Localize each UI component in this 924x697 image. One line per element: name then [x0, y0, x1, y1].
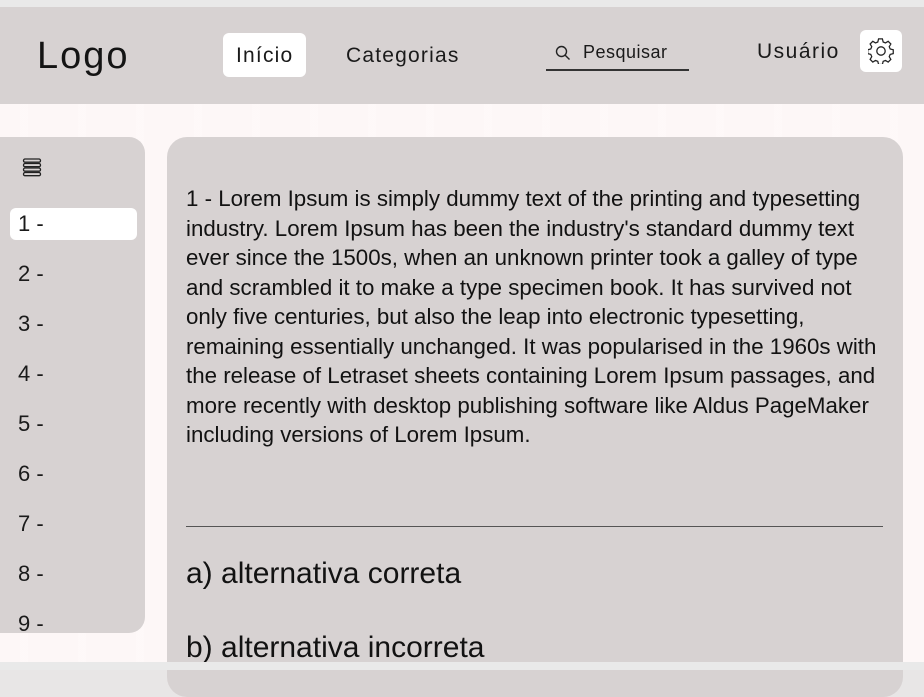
sidebar-item-1[interactable]: 1 - [10, 208, 137, 240]
user-menu[interactable]: Usuário [757, 40, 840, 64]
top-header: Logo Início Categorias Pesquisar Usuário [0, 7, 924, 104]
question-sidebar: 1 - 2 - 3 - 4 - 5 - 6 - 7 - 8 - 9 - [0, 137, 145, 633]
sidebar-item-7[interactable]: 7 - [10, 508, 137, 540]
nav-tab-categorias[interactable]: Categorias [333, 33, 473, 77]
sidebar-item-9[interactable]: 9 - [10, 608, 137, 633]
sidebar-item-5[interactable]: 5 - [10, 408, 137, 440]
nav-tab-inicio[interactable]: Início [223, 33, 307, 77]
sidebar-item-2[interactable]: 2 - [10, 258, 137, 290]
divider [186, 526, 883, 527]
search-placeholder: Pesquisar [583, 42, 668, 62]
search-icon [555, 45, 571, 61]
option-a[interactable]: a) alternativa correta [186, 557, 461, 591]
sidebar-item-6[interactable]: 6 - [10, 458, 137, 490]
window-top-strip [0, 0, 924, 7]
question-text: 1 - Lorem Ipsum is simply dummy text of … [186, 186, 877, 447]
sidebar-item-8[interactable]: 8 - [10, 558, 137, 590]
logo[interactable]: Logo [37, 35, 130, 78]
gear-icon [868, 38, 894, 64]
list-icon[interactable] [22, 157, 42, 177]
question-panel: 1 - Lorem Ipsum is simply dummy text of … [167, 137, 903, 697]
search-input[interactable]: Pesquisar [546, 37, 689, 71]
window-bottom-strip [0, 662, 924, 670]
sidebar-item-4[interactable]: 4 - [10, 358, 137, 390]
sidebar-item-3[interactable]: 3 - [10, 308, 137, 340]
settings-button[interactable] [860, 30, 902, 72]
option-b[interactable]: b) alternativa incorreta [186, 631, 484, 665]
